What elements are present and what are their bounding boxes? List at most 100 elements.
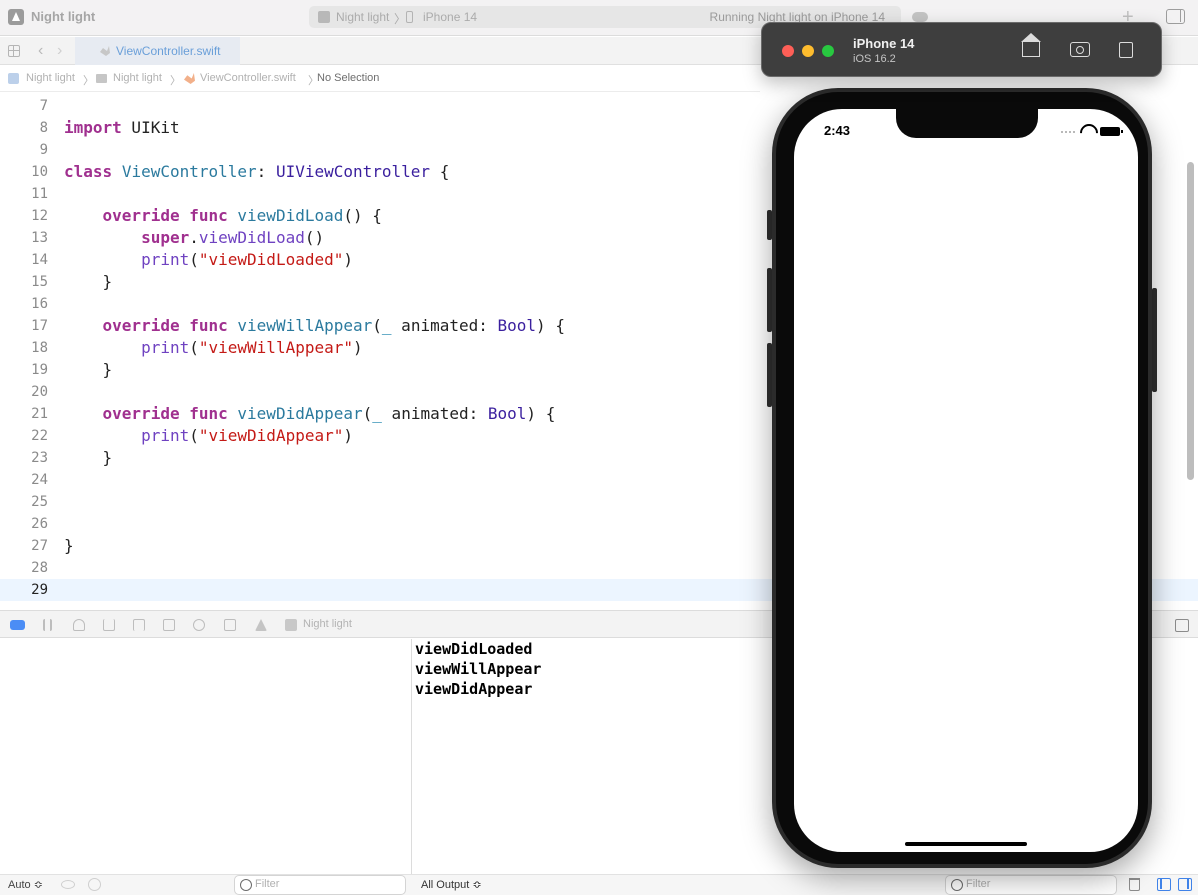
home-icon[interactable] xyxy=(1021,33,1041,57)
swift-file-icon xyxy=(100,46,110,56)
code-text[interactable]: print("viewWillAppear") xyxy=(64,338,363,357)
simulator-device-name: iPhone 14 xyxy=(853,36,915,51)
console-filter[interactable] xyxy=(945,875,1117,895)
scheme-name[interactable]: Night light xyxy=(336,10,389,24)
output-select[interactable]: All Output ≎ xyxy=(421,878,482,891)
simulator-os-version: iOS 16.2 xyxy=(853,53,896,65)
device-icon xyxy=(406,11,413,23)
code-text[interactable]: } xyxy=(64,360,113,379)
info-icon[interactable] xyxy=(88,878,101,891)
variables-filter-input[interactable] xyxy=(255,878,403,890)
view-hierarchy-icon[interactable] xyxy=(163,619,175,631)
code-token: } xyxy=(64,360,113,379)
code-token: UIViewController xyxy=(275,162,431,181)
run-destination[interactable]: iPhone 14 xyxy=(423,10,477,24)
battery-icon xyxy=(1100,127,1123,136)
code-text[interactable]: } xyxy=(64,448,113,467)
scheme-app-icon xyxy=(318,11,330,23)
show-console-icon[interactable] xyxy=(1178,878,1192,891)
hide-debug-area-icon[interactable] xyxy=(10,620,25,630)
breadcrumb-selection[interactable]: No Selection xyxy=(317,72,379,84)
app-icon xyxy=(285,619,297,631)
step-over-icon[interactable] xyxy=(73,619,85,631)
code-token: print xyxy=(141,250,190,269)
power-button[interactable] xyxy=(1152,288,1157,392)
code-token: super xyxy=(141,228,190,247)
step-out-icon[interactable] xyxy=(133,619,145,631)
rotate-icon[interactable] xyxy=(1119,42,1133,58)
line-number: 15 xyxy=(31,274,48,290)
eye-icon[interactable] xyxy=(61,880,75,889)
breadcrumb: Night light 〉 Night light 〉 ViewControll… xyxy=(0,66,760,92)
step-into-icon[interactable] xyxy=(103,619,115,631)
variables-scope-select[interactable]: Auto ≎ xyxy=(8,878,43,891)
home-indicator[interactable] xyxy=(905,842,1027,846)
show-variables-icon[interactable] xyxy=(1157,878,1171,891)
line-number: 24 xyxy=(31,472,48,488)
panel-toggle-icon[interactable] xyxy=(1175,619,1189,632)
zoom-button[interactable] xyxy=(822,45,834,57)
console-filter-input[interactable] xyxy=(966,878,1114,890)
breadcrumb-group[interactable]: Night light xyxy=(113,72,162,84)
code-text[interactable]: import UIKit xyxy=(64,118,180,137)
code-text[interactable]: print("viewDidAppear") xyxy=(64,426,353,445)
code-text[interactable]: class ViewController: UIViewController { xyxy=(64,162,449,181)
variables-filter[interactable] xyxy=(234,875,406,895)
back-icon[interactable]: ‹ xyxy=(38,42,43,60)
line-number: 13 xyxy=(31,230,48,246)
code-text[interactable]: } xyxy=(64,272,113,291)
code-token: animated: xyxy=(391,316,498,335)
code-token: override xyxy=(102,206,180,225)
trash-icon[interactable] xyxy=(1129,878,1140,891)
code-token: class xyxy=(64,162,113,181)
simulate-location-icon[interactable] xyxy=(255,619,267,631)
code-token: ( xyxy=(189,250,199,269)
breadcrumb-project[interactable]: Night light xyxy=(26,72,75,84)
minimize-button[interactable] xyxy=(802,45,814,57)
grid-icon[interactable] xyxy=(8,45,20,57)
code-token: () { xyxy=(343,206,382,225)
code-token: func xyxy=(189,316,228,335)
code-text[interactable]: super.viewDidLoad() xyxy=(64,228,324,247)
code-text[interactable]: } xyxy=(64,536,74,555)
breadcrumb-file[interactable]: ViewController.swift xyxy=(200,72,296,84)
swift-file-icon xyxy=(184,73,195,84)
debug-target-label[interactable]: Night light xyxy=(303,618,352,630)
code-token: ) { xyxy=(526,404,556,423)
cloud-icon[interactable] xyxy=(912,12,928,22)
code-token: animated: xyxy=(381,404,488,423)
editor-scrollbar[interactable] xyxy=(1187,162,1194,480)
code-token: ( xyxy=(362,404,373,423)
code-text[interactable]: print("viewDidLoaded") xyxy=(64,250,353,269)
forward-icon[interactable]: › xyxy=(57,42,62,60)
tab-label: ViewController.swift xyxy=(116,44,221,58)
code-token: } xyxy=(64,536,74,555)
close-button[interactable] xyxy=(782,45,794,57)
code-token: override xyxy=(102,316,180,335)
code-token: } xyxy=(64,448,113,467)
split-view-icon[interactable] xyxy=(1166,9,1185,24)
variables-view[interactable] xyxy=(0,639,412,874)
code-token: "viewDidLoaded" xyxy=(198,250,344,269)
environment-overrides-icon[interactable] xyxy=(224,619,236,631)
pause-icon[interactable] xyxy=(43,619,52,631)
device-screen[interactable]: 2:43 xyxy=(794,109,1138,852)
code-text[interactable]: override func viewDidAppear(_ animated: … xyxy=(64,404,556,423)
code-text[interactable]: override func viewDidLoad() { xyxy=(64,206,382,225)
device-bezel: 2:43 xyxy=(776,92,1148,864)
line-number: 14 xyxy=(31,252,48,268)
console-line: viewWillAppear xyxy=(415,660,542,678)
simulator-toolbar: iPhone 14 iOS 16.2 xyxy=(761,22,1162,77)
code-text[interactable]: override func viewWillAppear(_ animated:… xyxy=(64,316,565,335)
tab-viewcontroller[interactable]: ViewController.swift xyxy=(75,37,240,65)
memory-graph-icon[interactable] xyxy=(193,619,205,631)
line-number: 23 xyxy=(31,450,48,466)
screenshot-icon[interactable] xyxy=(1070,42,1090,57)
